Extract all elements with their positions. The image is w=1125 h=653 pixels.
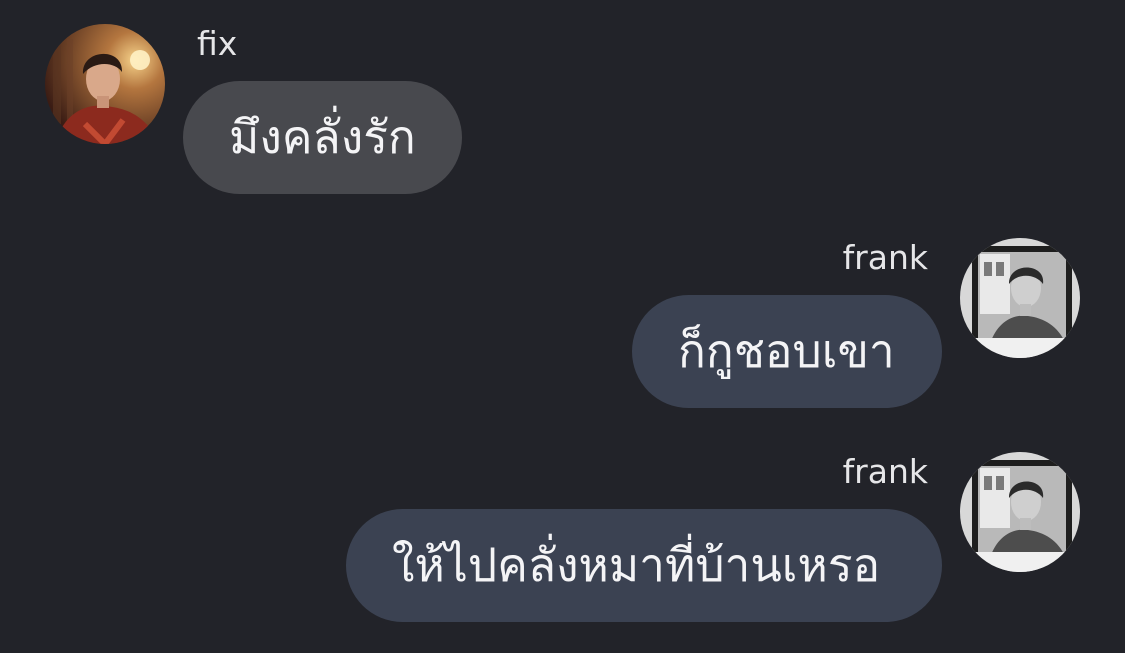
avatar-fix[interactable] (45, 24, 165, 144)
message-bubble-outgoing[interactable]: ให้ไปคลั่งหมาที่บ้านเหรอ (346, 509, 942, 622)
message-bubble-incoming[interactable]: มึงคลั่งรัก (183, 81, 462, 194)
avatar-frank[interactable] (960, 238, 1080, 358)
sender-name-fix: fix (197, 24, 238, 63)
message-bubble-outgoing[interactable]: ก็กูชอบเขา (632, 295, 942, 408)
sender-name-frank: frank (842, 452, 928, 491)
sender-name-frank: frank (842, 238, 928, 277)
avatar-frank[interactable] (960, 452, 1080, 572)
